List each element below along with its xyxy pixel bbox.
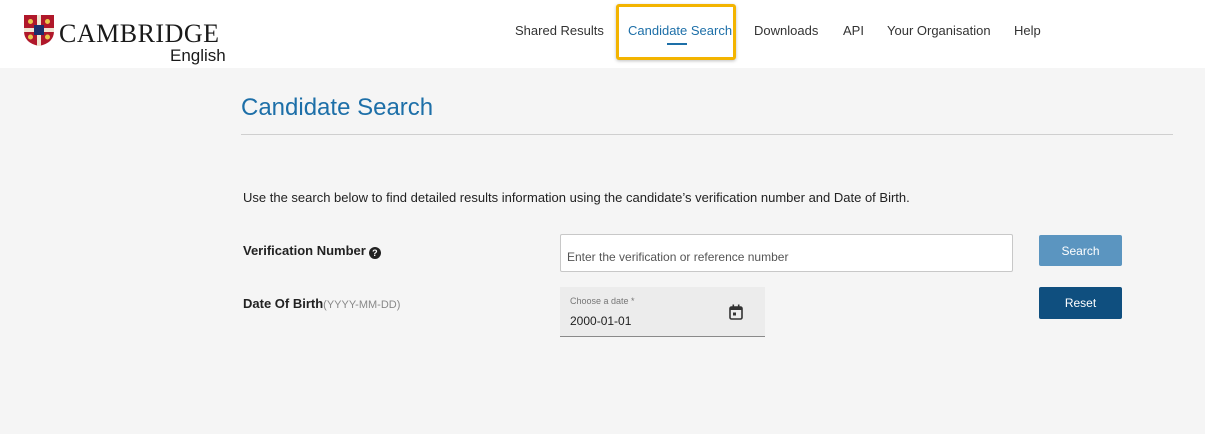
nav-downloads[interactable]: Downloads bbox=[754, 23, 818, 39]
dob-label: Date Of Birth(YYYY-MM-DD) bbox=[243, 296, 400, 313]
logo-subtitle: English bbox=[170, 46, 226, 65]
cambridge-english-logo[interactable]: CAMBRIDGE English bbox=[22, 13, 226, 65]
nav-api[interactable]: API bbox=[843, 23, 864, 39]
active-nav-underline bbox=[667, 43, 687, 45]
date-value[interactable]: 2000-01-01 bbox=[570, 314, 631, 328]
nav-help[interactable]: Help bbox=[1014, 23, 1041, 39]
nav-candidate-search[interactable]: Candidate Search bbox=[628, 23, 732, 39]
crest-icon bbox=[24, 15, 54, 46]
calendar-icon[interactable] bbox=[729, 304, 743, 320]
verification-label: Verification Number? bbox=[243, 243, 381, 259]
verification-number-input[interactable] bbox=[560, 234, 1013, 272]
page-title: Candidate Search bbox=[241, 94, 434, 121]
title-divider bbox=[241, 134, 1173, 135]
dob-label-text: Date Of Birth bbox=[243, 296, 324, 311]
date-float-label: Choose a date * bbox=[570, 296, 635, 306]
logo-wordmark: CAMBRIDGE bbox=[59, 19, 220, 48]
verification-label-text: Verification Number bbox=[243, 243, 366, 258]
dob-format-hint: (YYYY-MM-DD) bbox=[323, 299, 401, 311]
reset-button[interactable]: Reset bbox=[1039, 287, 1122, 319]
intro-text: Use the search below to find detailed re… bbox=[243, 190, 910, 205]
date-of-birth-field[interactable]: Choose a date * 2000-01-01 bbox=[560, 287, 765, 337]
nav-shared-results[interactable]: Shared Results bbox=[515, 23, 604, 39]
search-button[interactable]: Search bbox=[1039, 235, 1122, 266]
nav-your-organisation[interactable]: Your Organisation bbox=[887, 23, 991, 39]
question-circle-icon[interactable]: ? bbox=[368, 247, 381, 259]
top-header: CAMBRIDGE English Shared Results Candida… bbox=[0, 0, 1205, 68]
